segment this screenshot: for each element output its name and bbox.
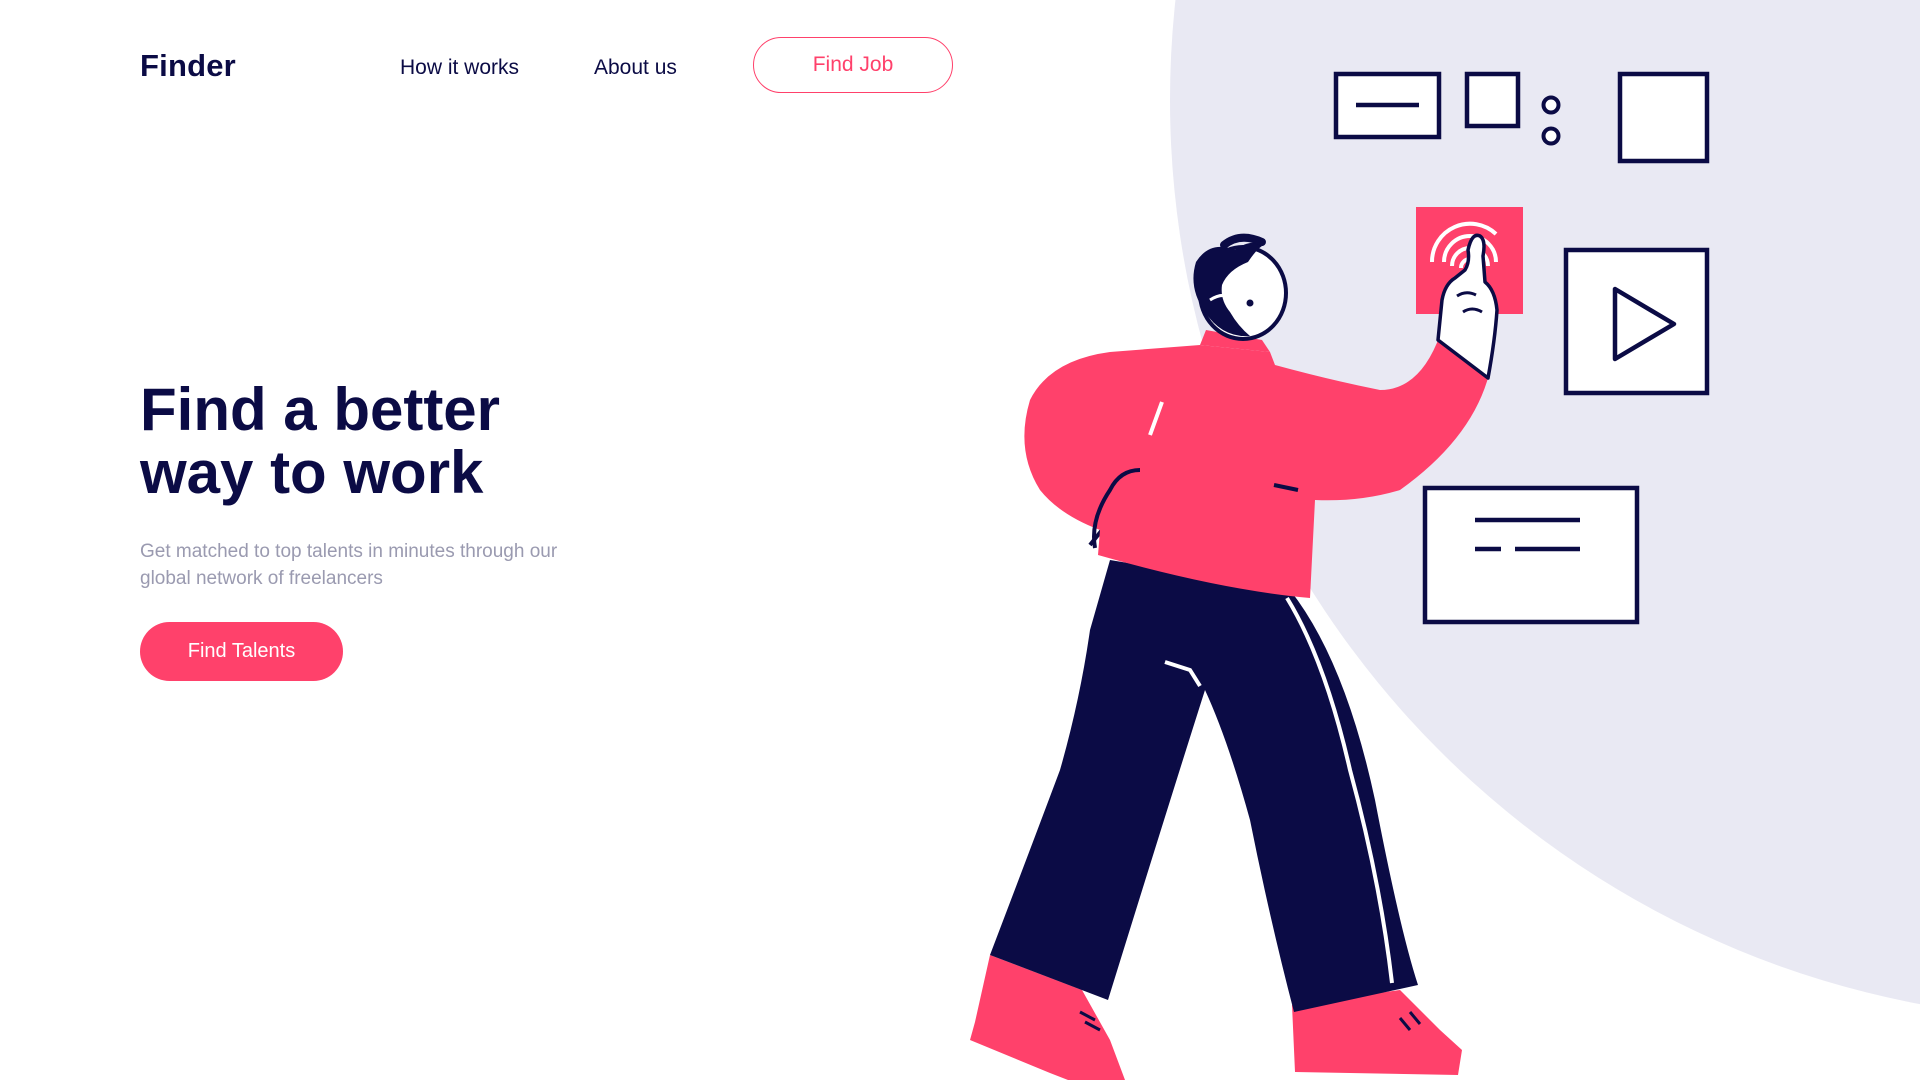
hero-subtitle: Get matched to top talents in minutes th…	[140, 538, 620, 592]
hero-subtitle-line: global network of freelancers	[140, 568, 383, 589]
hero-title: Find a better way to work	[140, 378, 740, 504]
brand-logo[interactable]: Finder	[140, 48, 236, 84]
find-job-button[interactable]: Find Job	[753, 37, 953, 93]
hero-title-line: Find a better	[140, 376, 501, 443]
hero-title-line: way to work	[140, 439, 484, 506]
landing-page: Finder How it works About us Find Job Fi…	[0, 0, 1920, 1080]
top-nav: Finder How it works About us Find Job	[0, 0, 1100, 140]
hero-subtitle-line: Get matched to top talents in minutes th…	[140, 541, 558, 562]
nav-link-about-us[interactable]: About us	[594, 56, 677, 80]
find-talents-button[interactable]: Find Talents	[140, 622, 343, 681]
nav-link-how-it-works[interactable]: How it works	[400, 56, 519, 80]
background-blob	[1170, 0, 1920, 1020]
